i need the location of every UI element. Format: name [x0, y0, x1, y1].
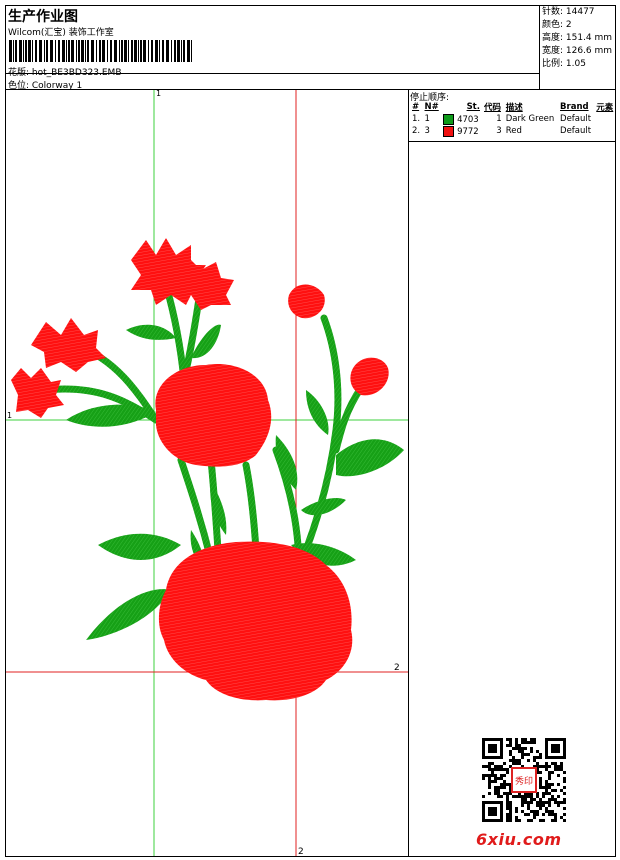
- stitch-value: 9772: [457, 126, 479, 137]
- stats-divider: [539, 5, 540, 89]
- color-swatch: [443, 125, 455, 137]
- col-needle: N#: [424, 102, 439, 112]
- row-stitches: 9772: [441, 125, 482, 137]
- color-sequence-table: # N# St. 代码 描述 Brand 元素 1. 1 4703 1 Dark…: [410, 101, 616, 137]
- row-needle: 1: [424, 114, 430, 124]
- stitch-value: 4703: [457, 114, 479, 125]
- col-code: 代码: [483, 103, 501, 113]
- design-width: 宽度: 126.6 mm: [542, 46, 613, 56]
- guide-label-red-bottom: 2: [298, 847, 304, 856]
- design-scale: 比例: 1.05: [542, 59, 586, 69]
- guide-label-green-top: 1: [156, 90, 161, 98]
- col-index: #: [412, 102, 420, 112]
- row-code: 3: [496, 126, 502, 136]
- stitch-count: 针数: 14477: [542, 7, 595, 17]
- header-divider: [5, 73, 540, 74]
- row-description: Dark Green: [505, 114, 555, 124]
- table-row[interactable]: 2. 3 9772 3 Red Default: [410, 125, 616, 137]
- row-stitches: 4703: [441, 113, 482, 125]
- row-description: Red: [505, 126, 522, 136]
- watermark-brand: 6xiu.com: [476, 830, 562, 849]
- col-element: 元素: [596, 103, 614, 113]
- header: 生产作业图 Wilcom(汇宝) 装饰工作室 花版: hot_BE3BD323.…: [5, 5, 616, 91]
- col-stitches: St.: [466, 102, 480, 112]
- color-swatch: [443, 113, 455, 125]
- table-bottom-line: [408, 141, 616, 142]
- row-element: [594, 113, 616, 125]
- row-code: 1: [496, 114, 502, 124]
- table-header-row: # N# St. 代码 描述 Brand 元素: [410, 101, 616, 113]
- design-height: 高度: 151.4 mm: [542, 33, 613, 43]
- qr-seal-text: 秀印: [515, 775, 533, 787]
- guide-label-red-right: 2: [394, 663, 400, 673]
- row-brand: Default: [560, 114, 592, 124]
- pattern-file-label: 花版: hot_BE3BD323.EMB: [8, 68, 122, 78]
- table-row[interactable]: 1. 1 4703 1 Dark Green Default: [410, 113, 616, 125]
- page-title: 生产作业图: [8, 9, 78, 25]
- row-index: 2.: [412, 126, 421, 136]
- row-element: [594, 125, 616, 137]
- row-needle: 3: [424, 126, 430, 136]
- panel-divider: [408, 89, 409, 857]
- studio-subtitle: Wilcom(汇宝) 装饰工作室: [8, 28, 114, 38]
- barcode: [9, 40, 192, 62]
- guide-label-green-left: 1: [7, 411, 12, 420]
- row-brand: Default: [560, 126, 592, 136]
- design-stats: 针数: 14477 颜色: 2 高度: 151.4 mm 宽度: 126.6 m…: [542, 6, 612, 71]
- col-brand: Brand: [560, 102, 589, 112]
- qr-code[interactable]: 秀印: [482, 738, 566, 822]
- row-index: 1.: [412, 114, 421, 124]
- design-canvas[interactable]: 1 1 2 2: [6, 90, 408, 856]
- color-count: 颜色: 2: [542, 20, 572, 30]
- col-description: 描述: [505, 103, 523, 113]
